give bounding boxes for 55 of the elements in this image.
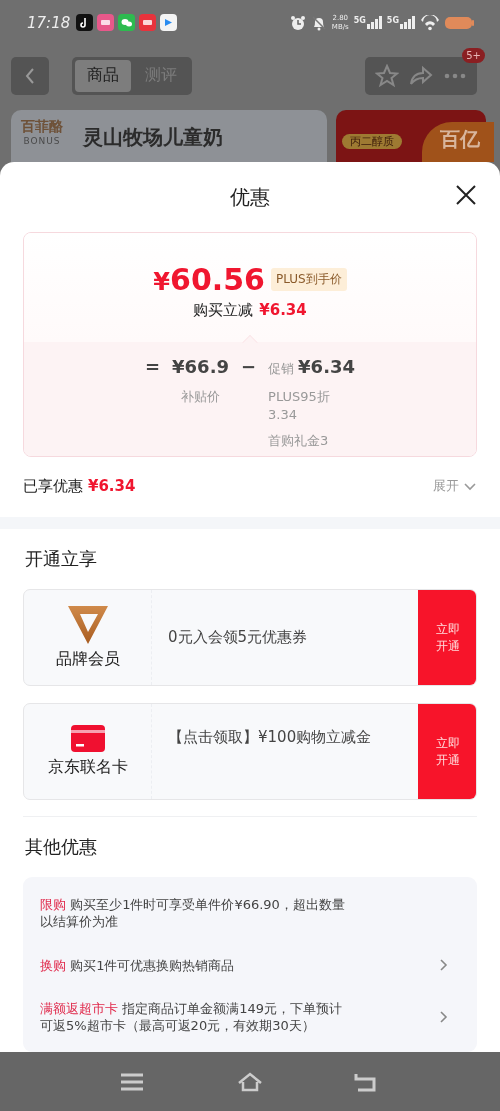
chevron-right-icon[interactable] xyxy=(439,958,449,972)
term-note: 补贴价 xyxy=(181,388,221,406)
price-tag: PLUS到手价 xyxy=(270,267,347,291)
banner-title: 灵山牧场儿童奶 xyxy=(83,124,223,151)
open-now-button[interactable]: 立即开通 xyxy=(418,704,476,799)
notification-badge: 5+ xyxy=(462,47,485,63)
network-type: 5G xyxy=(386,16,399,25)
battery-icon xyxy=(445,15,474,30)
final-price: ¥60.56 xyxy=(153,261,265,297)
section-title: 开通立享 xyxy=(24,547,98,571)
membership-name: 京东联名卡 xyxy=(47,757,128,778)
open-now-button[interactable]: 立即开通 xyxy=(418,590,476,685)
offer-text: 换购 购买1件可优惠换购热销商品 xyxy=(40,956,236,974)
discount-amount: ¥6.34 xyxy=(259,300,307,320)
section-title: 其他优惠 xyxy=(24,835,98,859)
brand-logo-subtext: BONUS xyxy=(23,136,61,146)
home-icon[interactable] xyxy=(237,1071,263,1092)
brand-logo-text: 百菲酪 xyxy=(21,118,63,136)
term-amount: ¥6.34 xyxy=(298,356,356,377)
term-note: PLUS95折 3.34 xyxy=(268,388,331,424)
close-icon xyxy=(455,184,477,206)
close-button[interactable] xyxy=(455,184,477,206)
savings-amount: ¥6.34 xyxy=(88,477,136,495)
term-label: 促销 xyxy=(268,360,295,378)
tab[interactable]: 商品 xyxy=(75,59,131,92)
star-icon[interactable] xyxy=(375,63,399,88)
signal-icon xyxy=(366,16,382,29)
discount-label: 购买立减 xyxy=(193,300,254,320)
sheet-title: 优惠 xyxy=(230,183,270,211)
banner-tag: 丙二醇质 xyxy=(342,134,402,149)
back-icon[interactable] xyxy=(353,1071,379,1092)
alarm-icon xyxy=(289,14,306,31)
operator-sign: = xyxy=(144,356,161,379)
network-type: 5G xyxy=(353,16,366,25)
v-logo-icon xyxy=(67,605,108,644)
term-amount: ¥66.9 xyxy=(172,356,229,377)
membership-name: 品牌会员 xyxy=(55,648,120,670)
app-icon[interactable] xyxy=(76,14,94,31)
membership-offer: 【点击领取】¥100购物立减金 xyxy=(167,727,373,748)
muted-bell-icon xyxy=(310,14,327,31)
clock-time: 17:18 xyxy=(27,13,71,32)
chevron-down-icon xyxy=(463,481,477,491)
subsidy-badge: 百亿 xyxy=(422,122,494,162)
membership-offer: 0元入会领5元优惠券 xyxy=(167,627,309,648)
expand-button[interactable]: 展开 xyxy=(433,477,477,495)
card-icon xyxy=(70,725,105,752)
term-note: 首购礼金3 xyxy=(268,432,329,450)
offer-text: 限购 购买至少1件时可享受单件价¥66.90，超出数量以结算价为准 xyxy=(40,896,346,930)
back-button[interactable] xyxy=(11,56,49,95)
wifi-icon xyxy=(420,14,440,31)
savings-label: 已享优惠 xyxy=(23,476,83,496)
chevron-right-icon[interactable] xyxy=(439,1010,449,1024)
signal-icon xyxy=(400,16,415,29)
operator-sign: − xyxy=(241,356,257,379)
offer-text: 满额返超市卡 指定商品订单金额满149元，下单预计可返5%超市卡（最高可返20元，有效期30天） xyxy=(40,1000,343,1034)
